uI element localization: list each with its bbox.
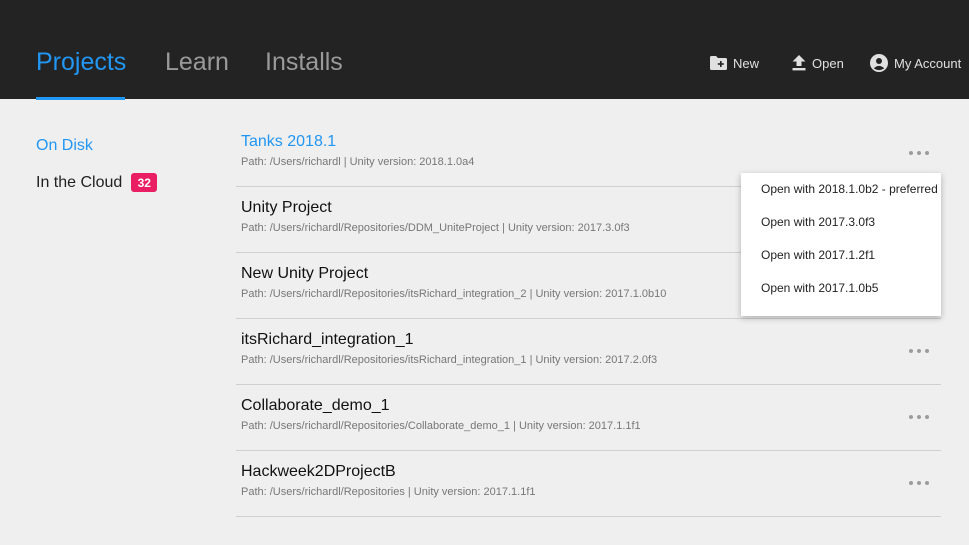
project-path: Path: /Users/richardl/Repositories/DDM_U… bbox=[241, 222, 630, 234]
active-tab-indicator bbox=[36, 97, 125, 100]
project-path: Path: /Users/richardl/Repositories/itsRi… bbox=[241, 288, 667, 300]
sidebar-item-label: On Disk bbox=[36, 137, 93, 154]
new-folder-icon bbox=[710, 56, 727, 70]
sidebar-item-in-the-cloud[interactable]: In the Cloud 32 bbox=[36, 173, 158, 192]
project-path: Path: /Users/richardl/Repositories/itsRi… bbox=[241, 354, 658, 366]
project-row[interactable]: Hackweek2DProjectB Path: /Users/richardl… bbox=[236, 451, 941, 517]
open-with-menu-item[interactable]: Open with 2017.3.0f3 bbox=[741, 212, 941, 245]
new-project-button[interactable]: New bbox=[710, 52, 759, 74]
top-bar: Projects Learn Installs New Open My Acco… bbox=[0, 0, 969, 100]
open-with-menu: Open with 2018.1.0b2 - preferred Open wi… bbox=[741, 173, 941, 316]
tab-projects[interactable]: Projects bbox=[36, 48, 126, 77]
open-with-menu-item[interactable]: Open with 2017.1.0b5 bbox=[741, 278, 941, 311]
project-name: Hackweek2DProjectB bbox=[241, 463, 396, 480]
my-account-button[interactable]: My Account bbox=[870, 52, 961, 74]
more-options-icon[interactable] bbox=[909, 149, 929, 157]
upload-icon bbox=[792, 55, 806, 71]
project-path: Path: /Users/richardl | Unity version: 2… bbox=[241, 156, 475, 168]
project-name: Tanks 2018.1 bbox=[241, 133, 337, 150]
sidebar-item-on-disk[interactable]: On Disk bbox=[36, 137, 93, 155]
more-options-icon[interactable] bbox=[909, 347, 929, 355]
project-name: itsRichard_integration_1 bbox=[241, 331, 414, 348]
tab-learn[interactable]: Learn bbox=[165, 48, 229, 77]
project-path: Path: /Users/richardl/Repositories/Colla… bbox=[241, 420, 641, 432]
project-name: New Unity Project bbox=[241, 265, 369, 282]
project-path: Path: /Users/richardl/Repositories | Uni… bbox=[241, 486, 536, 498]
tab-installs[interactable]: Installs bbox=[265, 48, 343, 77]
open-label: Open bbox=[812, 55, 844, 71]
open-with-menu-item[interactable]: Open with 2018.1.0b2 - preferred bbox=[741, 179, 941, 212]
project-row[interactable]: Collaborate_demo_1 Path: /Users/richardl… bbox=[236, 385, 941, 451]
open-with-menu-item[interactable]: Open with 2017.1.2f1 bbox=[741, 245, 941, 278]
account-icon bbox=[870, 54, 888, 72]
project-name: Collaborate_demo_1 bbox=[241, 397, 390, 414]
more-options-icon[interactable] bbox=[909, 479, 929, 487]
account-label: My Account bbox=[894, 55, 962, 71]
more-options-icon[interactable] bbox=[909, 413, 929, 421]
sidebar-item-label: In the Cloud bbox=[36, 173, 123, 191]
open-project-button[interactable]: Open bbox=[792, 52, 844, 74]
project-name: Unity Project bbox=[241, 199, 332, 216]
new-label: New bbox=[733, 55, 760, 71]
cloud-count-badge: 32 bbox=[131, 173, 158, 192]
project-row[interactable]: itsRichard_integration_1 Path: /Users/ri… bbox=[236, 319, 941, 385]
